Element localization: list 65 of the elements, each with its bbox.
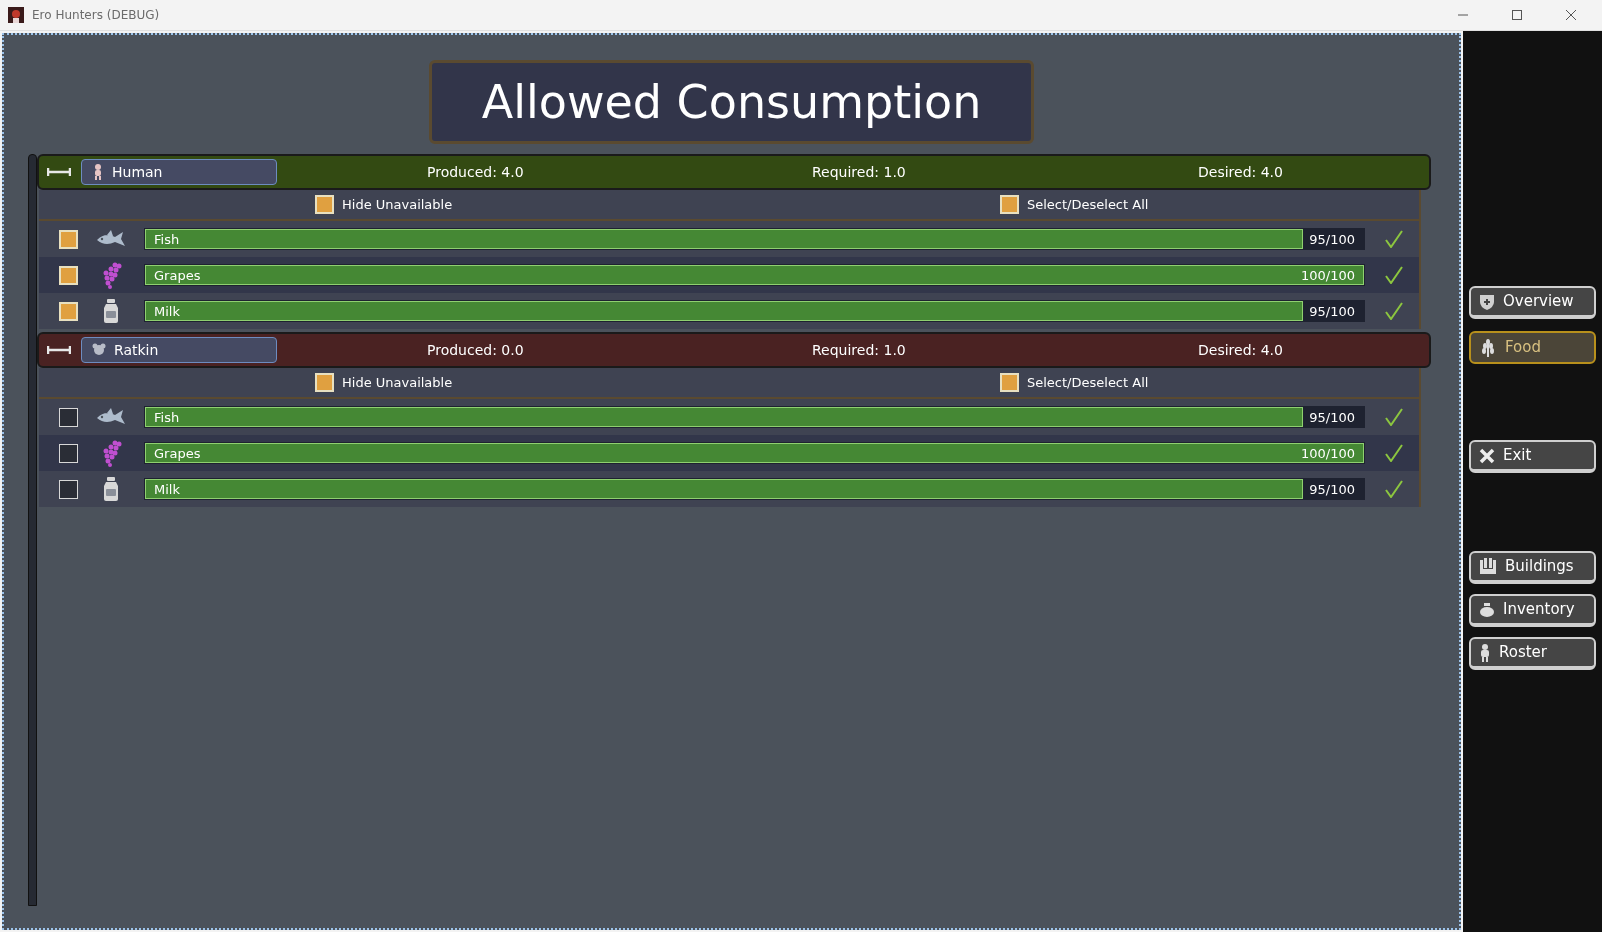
checkmark-icon (1385, 408, 1403, 426)
item-reading: 100/100 (1301, 267, 1355, 285)
item-reading: 95/100 (1309, 303, 1355, 321)
page-title: Allowed Consumption (429, 60, 1034, 144)
name-field[interactable]: Human (81, 159, 277, 185)
checkbox[interactable] (315, 195, 334, 214)
checkbox[interactable] (1000, 195, 1019, 214)
rat-icon (92, 343, 106, 357)
item-reading: 100/100 (1301, 445, 1355, 463)
produced-label: Produced: 0.0 (427, 340, 525, 360)
person-icon (1479, 643, 1491, 662)
desired-label: Desired: 4.0 (1198, 162, 1283, 182)
produced-label: Produced: 4.0 (427, 162, 525, 182)
window-title: Ero Hunters (DEBUG) (32, 7, 160, 24)
checkmark-icon (1385, 480, 1403, 498)
maximize-icon (1512, 10, 1522, 20)
checkbox[interactable] (59, 301, 78, 321)
required-label: Required: 1.0 (812, 162, 907, 182)
nav-button[interactable]: Food (1469, 331, 1596, 364)
item-reading: 95/100 (1309, 231, 1355, 249)
nav-button[interactable]: Roster (1469, 637, 1596, 670)
nav-button[interactable]: Overview (1469, 286, 1596, 319)
checkbox[interactable] (1000, 373, 1019, 392)
checkbox[interactable] (315, 373, 334, 392)
milk-bottle-icon (103, 477, 119, 501)
checkbox-label: Hide Unavailable (342, 373, 454, 392)
required-label: Required: 1.0 (812, 340, 907, 360)
building-icon (1479, 557, 1497, 576)
checkbox-label: Hide Unavailable (342, 195, 454, 214)
checkbox[interactable] (59, 479, 78, 499)
nav-button[interactable]: Exit (1469, 440, 1596, 473)
item-reading: 95/100 (1309, 409, 1355, 427)
checkbox-label: Select/Deselect All (1027, 373, 1149, 392)
checkmark-icon (1385, 302, 1403, 320)
shield-icon (1479, 293, 1495, 310)
item-name: Grapes (154, 445, 201, 463)
app-icon (8, 7, 24, 23)
desired-label: Desired: 4.0 (1198, 340, 1283, 360)
close-icon (1566, 10, 1576, 20)
collapse-icon[interactable] (47, 168, 71, 176)
checkmark-icon (1385, 444, 1403, 462)
checkmark-icon (1385, 230, 1403, 248)
checkbox-label: Select/Deselect All (1027, 195, 1149, 214)
collapse-icon[interactable] (47, 346, 71, 354)
item-name: Milk (154, 303, 180, 321)
item-name: Fish (154, 231, 180, 249)
checkbox[interactable] (59, 229, 78, 249)
scrollbar[interactable] (28, 154, 37, 906)
checkbox[interactable] (59, 265, 78, 285)
item-name: Milk (154, 481, 180, 499)
person-icon (92, 164, 104, 180)
name-field[interactable]: Ratkin (81, 337, 277, 363)
fish-icon (95, 407, 127, 427)
item-name: Fish (154, 409, 180, 427)
close-icon (1479, 447, 1495, 464)
milk-bottle-icon (103, 299, 119, 323)
item-reading: 95/100 (1309, 481, 1355, 499)
checkmark-icon (1385, 266, 1403, 284)
nav-button[interactable]: Inventory (1469, 594, 1596, 627)
fish-icon (95, 229, 127, 249)
nav-button[interactable]: Buildings (1469, 551, 1596, 584)
item-name: Grapes (154, 267, 201, 285)
checkbox[interactable] (59, 407, 78, 427)
pot-icon (1479, 602, 1495, 617)
checkbox[interactable] (59, 443, 78, 463)
